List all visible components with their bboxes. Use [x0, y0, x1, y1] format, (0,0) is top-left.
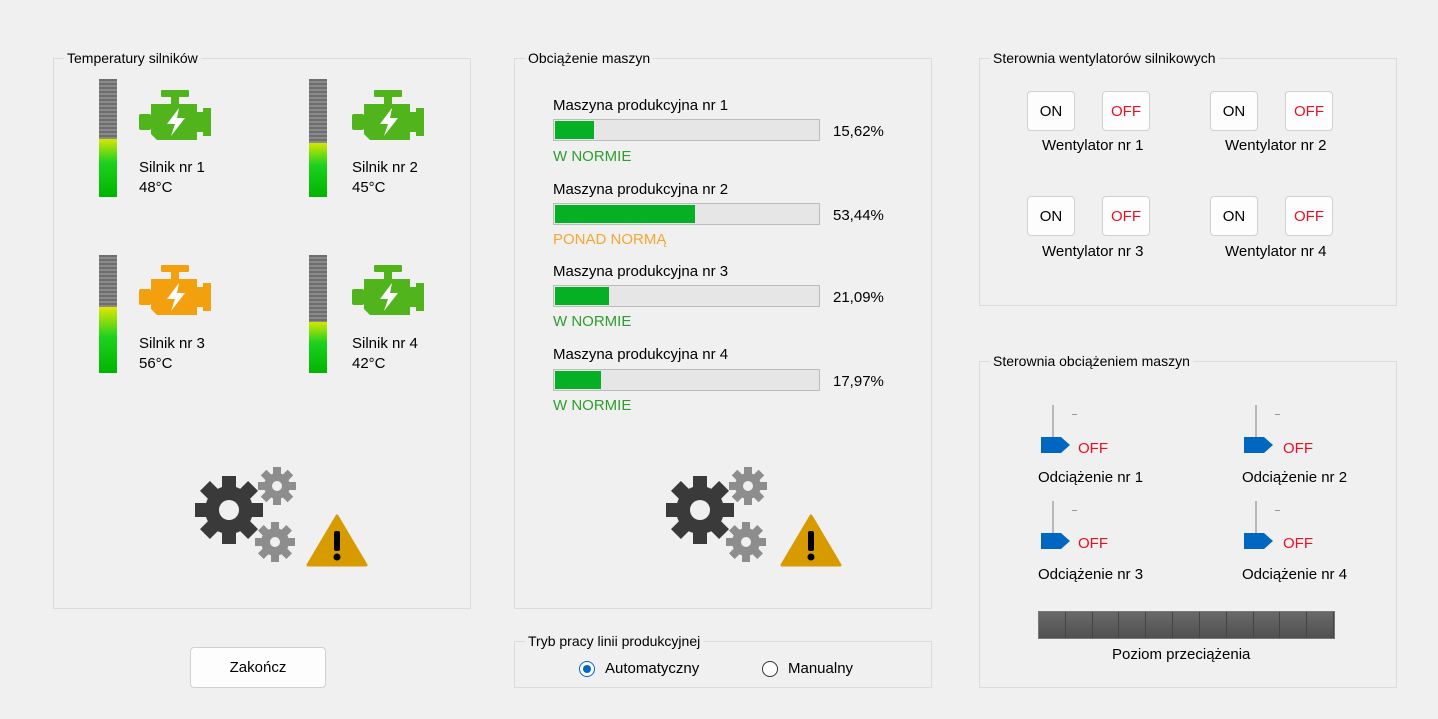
engine-icon — [352, 90, 424, 140]
radio-label: Manualny — [788, 660, 854, 677]
engine-temperature: 48°C — [139, 179, 173, 196]
mode-manual-radio[interactable]: Manualny — [762, 660, 853, 677]
unload-switch-1[interactable]: OFF — [1040, 405, 1115, 460]
slider-tick — [1072, 414, 1077, 415]
engine-label-3: Silnik nr 3 56°C — [139, 334, 205, 374]
temperature-gauge-1 — [99, 79, 117, 197]
engine-temperature: 42°C — [352, 355, 386, 372]
radio-unselected-icon — [762, 660, 778, 677]
engine-name: Silnik nr 3 — [139, 335, 205, 352]
machine-load-bar-3 — [553, 285, 820, 307]
engine-icon — [139, 90, 211, 140]
slider-tick — [1275, 414, 1280, 415]
machine-name-2: Maszyna produkcyjna nr 2 — [553, 181, 729, 198]
fan-label-3: Wentylator nr 3 — [1042, 243, 1144, 260]
fan-2-off-button[interactable]: OFF — [1285, 91, 1333, 131]
group-title: Sterownia wentylatorów silnikowych — [990, 49, 1219, 67]
radio-selected-icon — [579, 660, 595, 677]
fan-label-4: Wentylator nr 4 — [1225, 243, 1327, 260]
fan-3-off-button[interactable]: OFF — [1102, 196, 1150, 236]
machine-load-bar-1 — [553, 119, 820, 141]
group-title: Temperatury silników — [64, 49, 201, 67]
machine-name-1: Maszyna produkcyjna nr 1 — [553, 97, 729, 114]
unload-switch-state: OFF — [1283, 535, 1313, 552]
slider-thumb-icon — [1244, 533, 1273, 549]
slider-thumb-icon — [1244, 437, 1273, 453]
overload-label: Poziom przeciążenia — [1112, 646, 1251, 663]
fan-2-on-button[interactable]: ON — [1210, 91, 1258, 131]
machine-load-bar-4 — [553, 369, 820, 391]
fan-label-1: Wentylator nr 1 — [1042, 137, 1144, 154]
unload-switch-state: OFF — [1283, 440, 1313, 457]
gears-icon — [666, 467, 767, 562]
engine-label-4: Silnik nr 4 42°C — [352, 334, 418, 374]
unload-label-2: Odciążenie nr 2 — [1242, 469, 1348, 486]
fan-4-off-button[interactable]: OFF — [1285, 196, 1333, 236]
engine-icon — [352, 265, 424, 315]
machine-load-bar-2 — [553, 203, 820, 225]
engine-temperature: 56°C — [139, 355, 173, 372]
machine-name-3: Maszyna produkcyjna nr 3 — [553, 263, 729, 280]
machine-load-percent-3: 21,09% — [833, 289, 884, 306]
engine-icon — [139, 265, 211, 315]
mode-automatic-radio[interactable]: Automatyczny — [579, 660, 699, 677]
temperature-gauge-3 — [99, 255, 117, 373]
warning-icon — [780, 514, 842, 567]
slider-tick — [1072, 510, 1077, 511]
overload-level-bar — [1038, 611, 1335, 639]
fan-4-on-button[interactable]: ON — [1210, 196, 1258, 236]
temperature-gauge-4 — [309, 255, 327, 373]
group-title: Tryb pracy linii produkcyjnej — [525, 632, 704, 650]
slider-thumb-icon — [1041, 533, 1070, 549]
warning-icon — [306, 514, 368, 567]
fan-1-off-button[interactable]: OFF — [1102, 91, 1150, 131]
engine-name: Silnik nr 4 — [352, 335, 418, 352]
group-title: Obciążenie maszyn — [525, 49, 654, 67]
exit-button[interactable]: Zakończ — [190, 647, 326, 688]
engine-name: Silnik nr 2 — [352, 159, 418, 176]
machine-status-2: PONAD NORMĄ — [553, 231, 667, 248]
group-title: Sterownia obciążeniem maszyn — [990, 352, 1193, 370]
engine-label-2: Silnik nr 2 45°C — [352, 158, 418, 198]
unload-switch-2[interactable]: OFF — [1243, 405, 1318, 460]
machine-load-percent-4: 17,97% — [833, 373, 884, 390]
temperature-gauge-2 — [309, 79, 327, 197]
fan-label-2: Wentylator nr 2 — [1225, 137, 1327, 154]
fan-3-on-button[interactable]: ON — [1027, 196, 1075, 236]
machine-name-4: Maszyna produkcyjna nr 4 — [553, 346, 729, 363]
unload-switch-4[interactable]: OFF — [1243, 501, 1318, 556]
unload-label-3: Odciążenie nr 3 — [1038, 566, 1144, 583]
slider-thumb-icon — [1041, 437, 1070, 453]
fan-1-on-button[interactable]: ON — [1027, 91, 1075, 131]
unload-label-4: Odciążenie nr 4 — [1242, 566, 1348, 583]
unload-switch-state: OFF — [1078, 535, 1108, 552]
engine-name: Silnik nr 1 — [139, 159, 205, 176]
machine-status-3: W NORMIE — [553, 313, 632, 330]
radio-label: Automatyczny — [605, 660, 700, 677]
machine-status-1: W NORMIE — [553, 148, 632, 165]
machine-load-percent-1: 15,62% — [833, 123, 884, 140]
machine-status-4: W NORMIE — [553, 397, 632, 414]
machine-load-percent-2: 53,44% — [833, 207, 884, 224]
unload-switch-3[interactable]: OFF — [1040, 501, 1115, 556]
engine-temperature: 45°C — [352, 179, 386, 196]
gears-icon — [195, 467, 296, 562]
production-mode-group: Tryb pracy linii produkcyjnej — [514, 632, 932, 688]
engine-label-1: Silnik nr 1 48°C — [139, 158, 205, 198]
unload-label-1: Odciążenie nr 1 — [1038, 469, 1144, 486]
slider-tick — [1275, 510, 1280, 511]
unload-switch-state: OFF — [1078, 440, 1108, 457]
